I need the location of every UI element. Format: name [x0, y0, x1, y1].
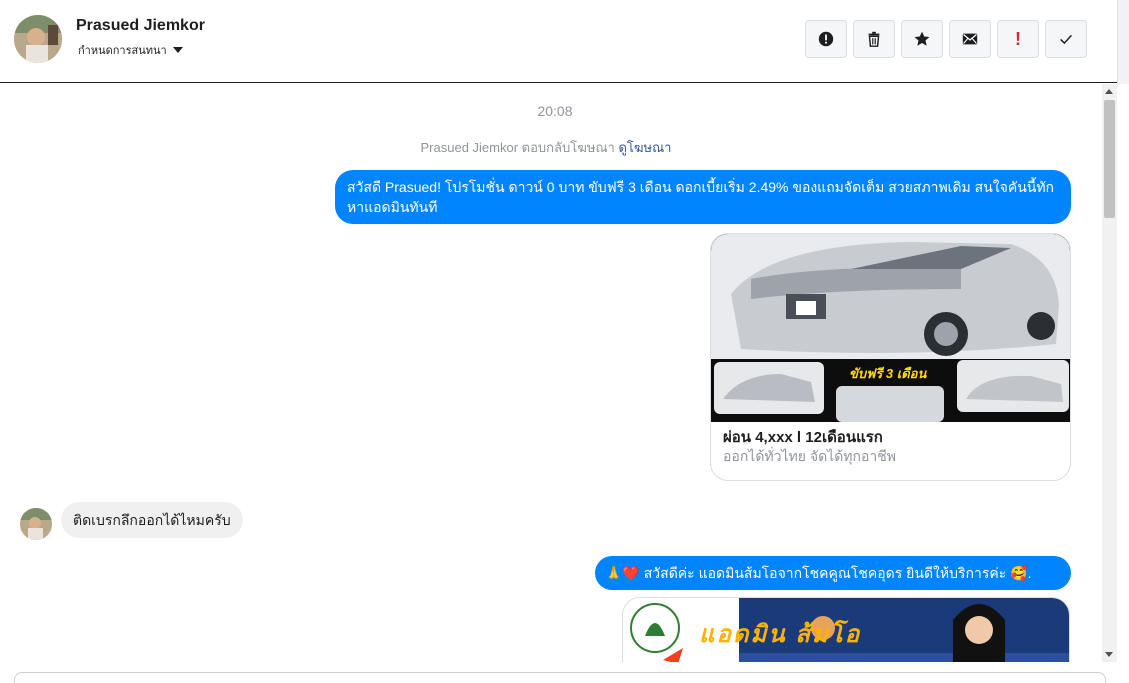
attached-image-caption: แอดมิน ส้มโอ [699, 621, 862, 648]
conversation-header: Prasued Jiemkor กำหนดการสนทนา ! [0, 0, 1117, 83]
scroll-down-arrow-icon[interactable] [1105, 652, 1113, 657]
star-button[interactable] [901, 20, 943, 58]
ad-card-subtitle: ออกได้ทั่วไทย จัดได้ทุกอาชีพ [723, 448, 897, 464]
message-timestamp: 20:08 [537, 103, 573, 119]
window-edge [1117, 0, 1129, 84]
message-thread: 20:08 Prasued Jiemkor ตอบกลับโฆษณา ดูโฆษ… [0, 84, 1102, 662]
conversation-schedule-label: กำหนดการสนทนา [78, 45, 167, 57]
ad-reply-notice: Prasued Jiemkor ตอบกลับโฆษณา ดูโฆษณา [0, 137, 1092, 158]
ad-card-image: ขับฟรี 3 เดือน [711, 234, 1070, 422]
ad-reply-text: Prasued Jiemkor ตอบกลับโฆษณา [420, 140, 615, 155]
scroll-thumb[interactable] [1104, 100, 1115, 218]
outgoing-message: 🙏❤️ สวัสดีค่ะ แอดมินส้มโอจากโชคคูณโชคอุด… [595, 556, 1071, 590]
caret-down-icon [172, 47, 183, 53]
contact-name[interactable]: Prasued Jiemkor [76, 17, 205, 35]
delete-button[interactable] [853, 20, 895, 58]
avatar[interactable] [14, 15, 62, 63]
outgoing-message: สวัสดี Prasued! โปรโมชั่น ดาวน์ 0 บาท ขั… [335, 170, 1071, 224]
trash-icon [868, 31, 880, 47]
scroll-up-arrow-icon[interactable] [1105, 89, 1113, 94]
attached-image[interactable]: แอดมิน ส้มโอ [622, 597, 1070, 662]
follow-up-button[interactable]: ! [997, 20, 1039, 58]
star-icon [914, 31, 930, 46]
mark-spam-button[interactable] [805, 20, 847, 58]
mark-done-button[interactable] [1045, 20, 1087, 58]
ad-card-image-caption: ขับฟรี 3 เดือน [849, 366, 927, 381]
ad-card[interactable]: ขับฟรี 3 เดือน ผ่อน 4,xxx l 12เดือนแรก อ… [710, 233, 1071, 481]
inbox-conversation-view: Prasued Jiemkor กำหนดการสนทนา ! 20:08 Pr… [0, 0, 1129, 683]
view-ad-link[interactable]: ดูโฆษณา [618, 140, 671, 155]
exclamation-icon: ! [1015, 28, 1021, 49]
envelope-icon [962, 33, 978, 45]
conversation-schedule-dropdown[interactable]: กำหนดการสนทนา [78, 41, 183, 59]
mark-unread-button[interactable] [949, 20, 991, 58]
sender-avatar[interactable] [20, 508, 52, 540]
header-toolbar: ! [805, 20, 1087, 58]
check-icon [1060, 34, 1072, 45]
message-composer[interactable] [14, 672, 1106, 683]
incoming-message: ติดเบรกลึกออกได้ไหมครับ [61, 502, 243, 538]
thread-scrollbar[interactable] [1102, 84, 1117, 662]
exclamation-circle-icon [818, 31, 834, 47]
